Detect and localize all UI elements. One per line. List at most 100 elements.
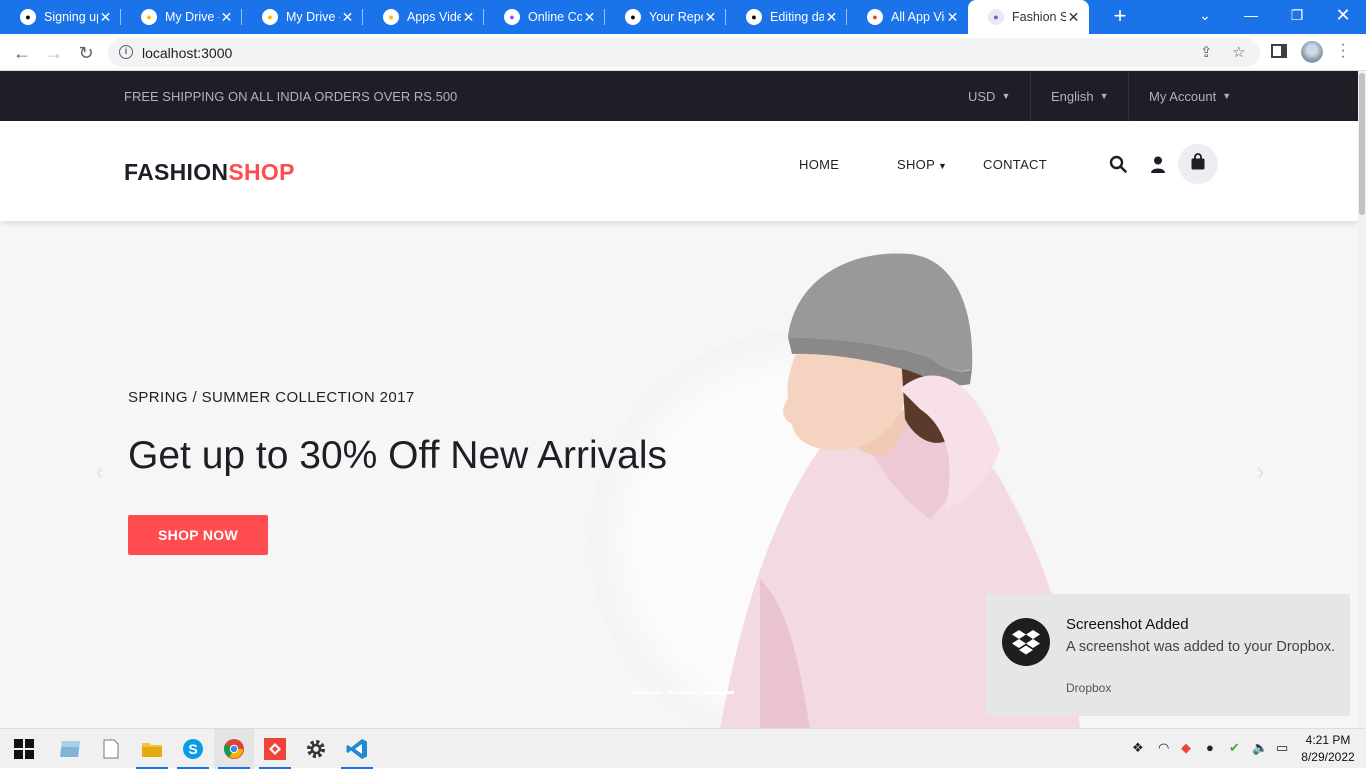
back-icon[interactable]: ←	[9, 40, 35, 66]
app-launcher-icon[interactable]	[50, 729, 90, 769]
cart-button[interactable]	[1178, 144, 1218, 184]
notification-toast[interactable]: Screenshot Added A screenshot was added …	[986, 594, 1350, 716]
browser-tab-title: Signing up	[44, 10, 99, 24]
share-icon[interactable]: ⇪	[1200, 43, 1213, 61]
close-tab-icon[interactable]: ✕	[582, 9, 597, 26]
dropbox-icon	[1002, 618, 1050, 666]
toast-title: Screenshot Added	[1066, 616, 1189, 633]
close-tab-icon[interactable]: ✕	[1066, 9, 1081, 26]
address-bar[interactable]: i localhost:3000 ⇪ ☆	[108, 38, 1260, 67]
anydesk-icon[interactable]	[255, 729, 295, 769]
close-tab-icon[interactable]: ✕	[703, 9, 718, 26]
browser-tab-title: My Drive -	[165, 10, 220, 24]
new-tab-button[interactable]: +	[1108, 4, 1132, 28]
chevron-down-icon: ▼	[938, 161, 948, 171]
settings-gear-icon[interactable]	[296, 729, 336, 769]
slider-dots	[632, 691, 734, 694]
language-dropdown[interactable]: English ▼	[1030, 71, 1129, 121]
tab-search-button[interactable]: ⌄	[1182, 0, 1228, 30]
reload-icon[interactable]: ↻	[73, 40, 99, 66]
currency-dropdown[interactable]: USD ▼	[948, 71, 1030, 121]
minimize-button[interactable]: —	[1228, 0, 1274, 30]
close-tab-icon[interactable]: ✕	[461, 9, 476, 26]
slider-dot-active[interactable]	[704, 691, 734, 694]
close-tab-icon[interactable]: ✕	[219, 9, 234, 26]
page-scrollbar[interactable]	[1358, 71, 1366, 728]
system-clock[interactable]: 4:21 PM 8/29/2022	[1298, 732, 1358, 766]
chevron-down-icon: ▼	[1099, 91, 1109, 101]
browser-tab[interactable]: ● Apps Video✕	[363, 0, 484, 34]
chrome-icon[interactable]	[214, 729, 254, 769]
close-tab-icon[interactable]: ✕	[824, 9, 839, 26]
browser-tab[interactable]: ● My Drive - ✕	[242, 0, 363, 34]
site-info-icon[interactable]: i	[119, 45, 133, 59]
file-explorer-icon[interactable]	[132, 729, 172, 769]
nav-home[interactable]: HOME	[799, 157, 839, 172]
browser-tab-title: All App Vid	[891, 10, 945, 24]
user-icon[interactable]	[1146, 152, 1170, 176]
github-icon: ●	[625, 9, 641, 25]
slider-dot[interactable]	[668, 691, 698, 694]
forward-icon[interactable]: →	[41, 40, 67, 66]
converter-icon: ●	[504, 9, 520, 25]
shopping-bag-icon: ●	[988, 9, 1004, 25]
slider-next-icon[interactable]: ›	[1257, 459, 1264, 485]
anydesk-tray-icon[interactable]: ◆	[1181, 740, 1191, 756]
vscode-icon[interactable]	[337, 729, 377, 769]
close-tab-icon[interactable]: ✕	[945, 9, 960, 26]
clock-date: 8/29/2022	[1301, 750, 1355, 764]
shop-now-button[interactable]: SHOP NOW	[128, 515, 268, 555]
toast-body: A screenshot was added to your Dropbox.	[1066, 639, 1336, 655]
language-label: English	[1051, 88, 1094, 104]
clock-time: 4:21 PM	[1305, 733, 1351, 747]
account-label: My Account	[1149, 88, 1217, 104]
account-dropdown[interactable]: My Account ▼	[1128, 71, 1251, 121]
browser-tab[interactable]: ● Editing dat ✕	[726, 0, 847, 34]
volume-icon[interactable]: 🔈	[1252, 740, 1268, 756]
skype-icon[interactable]: S	[173, 729, 213, 769]
gmail-icon: ●	[867, 9, 883, 25]
site-header: FASHIONSHOP HOME SHOP ▼ CONTACT	[0, 121, 1358, 221]
top-info-bar: FREE SHIPPING ON ALL INDIA ORDERS OVER R…	[0, 71, 1358, 121]
search-icon[interactable]	[1106, 152, 1130, 176]
slider-prev-icon[interactable]: ‹	[96, 459, 103, 485]
bookmark-star-icon[interactable]: ☆	[1232, 43, 1245, 61]
close-tab-icon[interactable]: ✕	[340, 9, 355, 26]
hero-title: Get up to 30% Off New Arrivals	[128, 434, 668, 477]
close-window-button[interactable]: ✕	[1320, 0, 1366, 30]
close-tab-icon[interactable]: ✕	[98, 9, 113, 26]
network-icon[interactable]: ◠	[1158, 740, 1169, 756]
browser-menu-icon[interactable]: · · ·	[1338, 37, 1348, 65]
google-drive-icon: ●	[141, 9, 157, 25]
toast-source: Dropbox	[1066, 681, 1112, 695]
vpn-tray-icon[interactable]: ●	[1206, 740, 1214, 755]
browser-tab[interactable]: ● Online Con✕	[484, 0, 605, 34]
url-text[interactable]: localhost:3000	[142, 45, 232, 61]
browser-tab[interactable]: ● Fashion Sh✕	[968, 0, 1089, 34]
browser-tab[interactable]: ● My Drive - ✕	[121, 0, 242, 34]
windows-start-icon[interactable]	[4, 729, 44, 769]
browser-tab-title: Fashion Sh	[1012, 10, 1067, 24]
browser-tab-title: Apps Video	[407, 10, 462, 24]
browser-tab[interactable]: ● All App Vid✕	[847, 0, 968, 34]
svg-text:S: S	[188, 741, 197, 757]
profile-avatar[interactable]	[1301, 41, 1323, 63]
browser-tab[interactable]: ● Your Repo ✕	[605, 0, 726, 34]
battery-icon[interactable]: ▭	[1276, 740, 1288, 756]
chevron-down-icon: ▼	[1222, 91, 1232, 101]
browser-tab[interactable]: ● Signing up ✕	[0, 0, 121, 34]
github-icon: ●	[20, 9, 36, 25]
browser-tab-title: Editing dat	[770, 10, 825, 24]
security-tray-icon[interactable]: ✔	[1229, 740, 1240, 756]
dropbox-tray-icon[interactable]: ❖	[1132, 740, 1144, 756]
slider-dot[interactable]	[632, 691, 662, 694]
browser-tab-title: Your Repo	[649, 10, 704, 24]
nav-shop[interactable]: SHOP ▼	[897, 157, 947, 172]
site-logo[interactable]: FASHIONSHOP	[124, 159, 295, 186]
google-drive-icon: ●	[383, 9, 399, 25]
nav-contact[interactable]: CONTACT	[983, 157, 1047, 172]
document-icon[interactable]	[91, 729, 131, 769]
restore-button[interactable]: ❐	[1274, 0, 1320, 30]
scrollbar-thumb[interactable]	[1359, 73, 1365, 215]
side-panel-icon[interactable]	[1271, 44, 1287, 58]
